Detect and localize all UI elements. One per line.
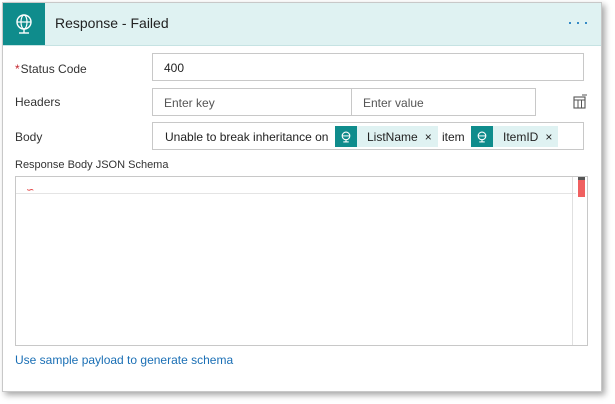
remove-token-icon[interactable]: ×	[423, 130, 438, 144]
remove-token-icon[interactable]: ×	[543, 130, 558, 144]
token-itemid[interactable]: ItemID ×	[471, 126, 559, 147]
card-header[interactable]: Response - Failed ···	[3, 3, 601, 46]
generate-schema-link[interactable]: Use sample payload to generate schema	[15, 353, 233, 367]
token-listname-label: ListName	[367, 129, 418, 144]
status-code-input[interactable]: 400	[152, 53, 584, 81]
more-options-icon[interactable]: ···	[567, 13, 591, 31]
token-listname[interactable]: ListName ×	[335, 126, 438, 147]
body-text-middle: item	[442, 130, 465, 144]
headers-label: Headers	[15, 95, 61, 109]
required-marker: *	[15, 62, 20, 76]
error-marker	[578, 180, 585, 197]
editor-current-line	[16, 177, 576, 194]
body-text-before: Unable to break inheritance on	[165, 130, 329, 144]
header-value-placeholder: Enter value	[363, 96, 424, 110]
globe-icon	[471, 126, 493, 147]
globe-icon	[3, 3, 45, 45]
header-value-input[interactable]: Enter value	[351, 88, 536, 116]
body-label: Body	[15, 130, 43, 144]
schema-label: Response Body JSON Schema	[15, 159, 169, 171]
card-title: Response - Failed	[55, 15, 169, 31]
header-key-placeholder: Enter key	[164, 96, 215, 110]
token-itemid-label: ItemID	[503, 129, 539, 144]
status-code-label: *Status Code	[15, 62, 87, 76]
body-input[interactable]: Unable to break inheritance on ListName …	[152, 122, 584, 150]
status-code-label-text: Status Code	[20, 62, 87, 76]
globe-icon	[335, 126, 357, 147]
header-key-input[interactable]: Enter key	[152, 88, 352, 116]
response-action-card: Response - Failed ··· *Status Code 400 H…	[2, 2, 602, 392]
error-squiggle: ∽	[26, 185, 35, 196]
schema-editor[interactable]: ∽	[15, 176, 588, 346]
status-code-value: 400	[164, 61, 185, 75]
switch-to-text-mode-icon[interactable]	[572, 94, 588, 110]
editor-ruler	[572, 177, 573, 345]
